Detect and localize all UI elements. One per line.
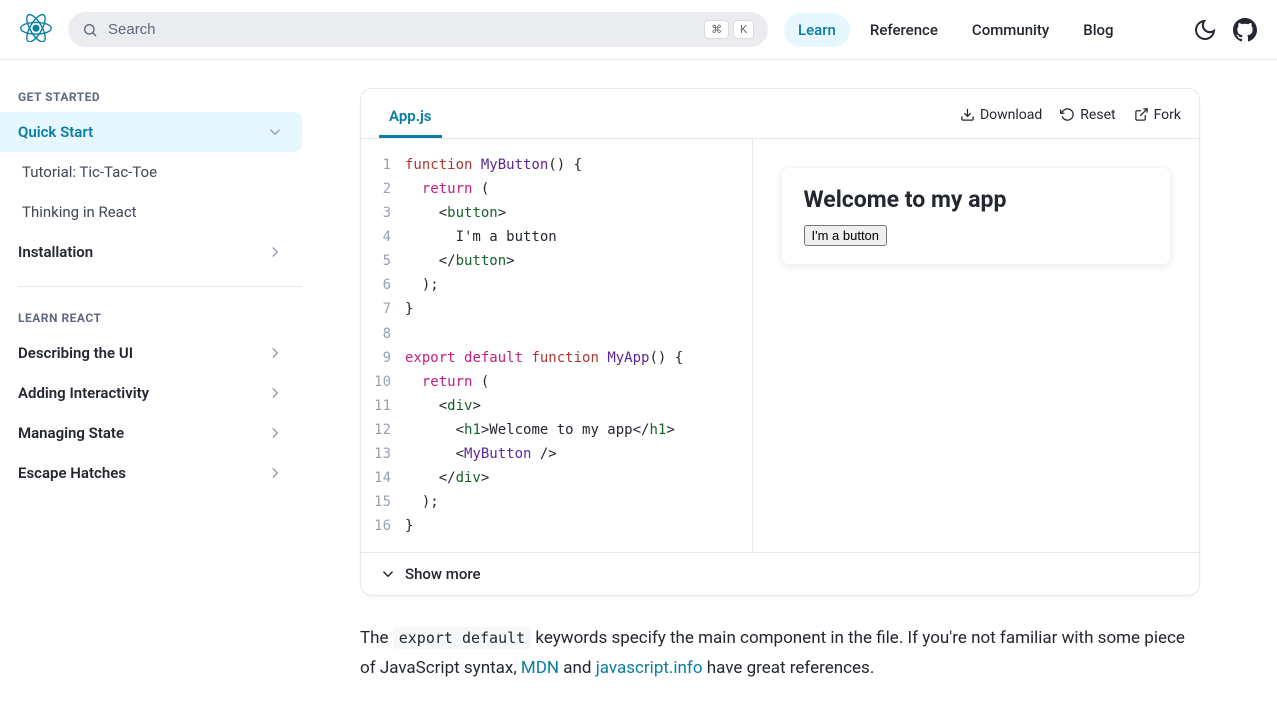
sidebar-item-describing-ui[interactable]: Describing the UI — [0, 333, 302, 373]
code-line: 7} — [361, 297, 752, 321]
search-icon — [82, 22, 98, 38]
main-content: App.js Download Reset Fork — [320, 60, 1240, 712]
preview-pane: Welcome to my app I'm a button — [753, 139, 1200, 552]
sidebar: GET STARTED Quick Start Tutorial: Tic-Ta… — [0, 60, 320, 712]
sidebar-item-installation[interactable]: Installation — [0, 232, 302, 272]
code-line: 5 </button> — [361, 249, 752, 273]
code-line: 14 </div> — [361, 466, 752, 490]
code-line: 12 <h1>Welcome to my app</h1> — [361, 418, 752, 442]
primary-nav: Learn Reference Community Blog — [784, 13, 1128, 47]
sidebar-item-thinking[interactable]: Thinking in React — [0, 192, 320, 232]
playground-tab-appjs[interactable]: App.js — [379, 99, 442, 138]
chevron-right-icon — [266, 243, 284, 261]
sidebar-item-quick-start[interactable]: Quick Start — [0, 112, 302, 152]
search-input[interactable] — [108, 21, 694, 38]
nav-blog[interactable]: Blog — [1069, 13, 1127, 47]
link-mdn[interactable]: MDN — [521, 658, 559, 678]
chevron-right-icon — [266, 344, 284, 362]
preview-heading: Welcome to my app — [804, 186, 1149, 213]
sidebar-item-managing-state[interactable]: Managing State — [0, 413, 302, 453]
github-icon[interactable] — [1233, 18, 1257, 42]
search-kbd-hint: ⌘ K — [704, 20, 754, 39]
preview-button[interactable]: I'm a button — [804, 225, 888, 246]
nav-community[interactable]: Community — [958, 13, 1063, 47]
chevron-down-icon — [266, 123, 284, 141]
chevron-right-icon — [266, 424, 284, 442]
sidebar-item-escape-hatches[interactable]: Escape Hatches — [0, 453, 302, 493]
nav-reference[interactable]: Reference — [856, 13, 952, 47]
code-line: 10 return ( — [361, 370, 752, 394]
nav-learn[interactable]: Learn — [784, 13, 850, 47]
top-header: ⌘ K Learn Reference Community Blog — [0, 0, 1277, 60]
sidebar-section-learn-react: LEARN REACT — [0, 301, 320, 333]
link-jsinfo[interactable]: javascript.info — [596, 658, 703, 678]
download-icon — [960, 107, 975, 122]
sidebar-item-tutorial[interactable]: Tutorial: Tic-Tac-Toe — [0, 152, 320, 192]
code-line: 8 — [361, 322, 752, 346]
code-line: 15 ); — [361, 490, 752, 514]
inline-code: export default — [393, 627, 531, 649]
code-line: 16} — [361, 514, 752, 538]
download-button[interactable]: Download — [960, 107, 1042, 123]
code-line: 11 <div> — [361, 394, 752, 418]
sidebar-item-adding-interactivity[interactable]: Adding Interactivity — [0, 373, 302, 413]
code-line: 4 I'm a button — [361, 225, 752, 249]
show-more-toggle[interactable]: Show more — [361, 552, 1199, 595]
reset-icon — [1060, 107, 1075, 122]
chevron-right-icon — [266, 464, 284, 482]
chevron-down-icon — [379, 565, 397, 583]
code-line: 1function MyButton() { — [361, 153, 752, 177]
prose-paragraph: The export default keywords specify the … — [360, 624, 1200, 684]
fork-button[interactable]: Fork — [1134, 107, 1181, 123]
external-link-icon — [1134, 107, 1149, 122]
code-line: 13 <MyButton /> — [361, 442, 752, 466]
playground-header: App.js Download Reset Fork — [361, 89, 1199, 139]
theme-toggle-icon[interactable] — [1193, 18, 1217, 42]
chevron-right-icon — [266, 384, 284, 402]
sidebar-section-get-started: GET STARTED — [0, 80, 320, 112]
code-editor[interactable]: 1function MyButton() {2 return (3 <butto… — [361, 139, 753, 552]
search-box[interactable]: ⌘ K — [68, 12, 768, 47]
code-playground: App.js Download Reset Fork — [360, 88, 1200, 596]
react-logo-icon[interactable] — [20, 14, 52, 46]
preview-card: Welcome to my app I'm a button — [781, 167, 1172, 265]
code-line: 6 ); — [361, 273, 752, 297]
code-line: 3 <button> — [361, 201, 752, 225]
code-line: 9export default function MyApp() { — [361, 346, 752, 370]
code-line: 2 return ( — [361, 177, 752, 201]
reset-button[interactable]: Reset — [1060, 107, 1115, 123]
sidebar-divider — [18, 286, 302, 287]
